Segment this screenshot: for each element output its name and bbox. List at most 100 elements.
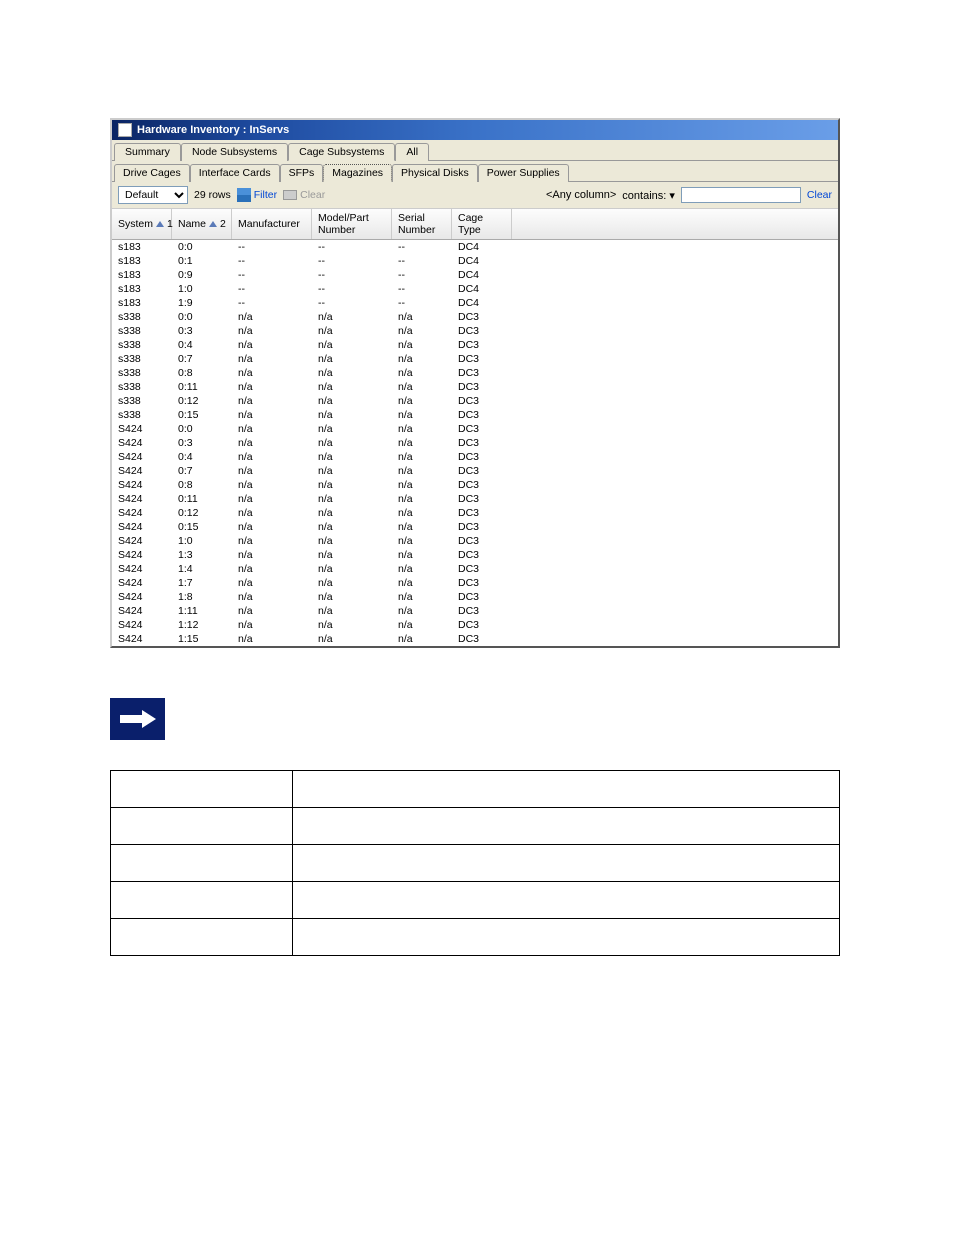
col-system[interactable]: System 1 — [112, 209, 172, 239]
col-serial[interactable]: Serial Number — [392, 209, 452, 239]
table-row[interactable]: s3380:0n/an/an/aDC3 — [112, 310, 838, 324]
cell: s338 — [112, 366, 172, 380]
cell: DC4 — [452, 282, 512, 296]
table-row[interactable]: s3380:7n/an/an/aDC3 — [112, 352, 838, 366]
cell: n/a — [312, 618, 392, 632]
cell: n/a — [392, 394, 452, 408]
tab-node-subsystems[interactable]: Node Subsystems — [181, 143, 288, 161]
cell: -- — [392, 296, 452, 310]
tab-summary[interactable]: Summary — [114, 143, 181, 161]
eraser-icon — [283, 190, 297, 200]
subtab-interface-cards[interactable]: Interface Cards — [190, 164, 280, 182]
table-row[interactable]: S4240:3n/an/an/aDC3 — [112, 436, 838, 450]
col-manufacturer[interactable]: Manufacturer — [232, 209, 312, 239]
table-row[interactable]: s1831:0------DC4 — [112, 282, 838, 296]
table-row[interactable]: S4241:0n/an/an/aDC3 — [112, 534, 838, 548]
cell: 0:9 — [172, 268, 232, 282]
cell: n/a — [232, 548, 312, 562]
table-row[interactable]: s1831:9------DC4 — [112, 296, 838, 310]
cell: n/a — [392, 506, 452, 520]
cell: n/a — [232, 576, 312, 590]
cell: n/a — [232, 338, 312, 352]
cell: S424 — [112, 590, 172, 604]
table-row[interactable]: s3380:11n/an/an/aDC3 — [112, 380, 838, 394]
filter-input[interactable] — [681, 187, 801, 203]
table-row[interactable]: S4241:8n/an/an/aDC3 — [112, 590, 838, 604]
cell: -- — [232, 254, 312, 268]
table-row[interactable]: S4240:8n/an/an/aDC3 — [112, 478, 838, 492]
table-row[interactable]: S4241:3n/an/an/aDC3 — [112, 548, 838, 562]
table-row[interactable]: s1830:1------DC4 — [112, 254, 838, 268]
grid-header: System 1 Name 2 Manufacturer Model/Part … — [112, 208, 838, 240]
table-row[interactable]: s3380:3n/an/an/aDC3 — [112, 324, 838, 338]
table-row[interactable]: S4240:15n/an/an/aDC3 — [112, 520, 838, 534]
cell: -- — [392, 240, 452, 254]
table-row[interactable]: s3380:12n/an/an/aDC3 — [112, 394, 838, 408]
chevron-down-icon: ▾ — [669, 190, 675, 202]
table-row[interactable]: S4240:11n/an/an/aDC3 — [112, 492, 838, 506]
cell: -- — [392, 268, 452, 282]
cell: -- — [232, 296, 312, 310]
cell: n/a — [232, 436, 312, 450]
table-row[interactable]: S4241:7n/an/an/aDC3 — [112, 576, 838, 590]
clear-link[interactable]: Clear — [807, 189, 832, 201]
tab-cage-subsystems[interactable]: Cage Subsystems — [288, 143, 395, 161]
subtab-drive-cages[interactable]: Drive Cages — [114, 164, 190, 182]
desc-row — [111, 808, 840, 845]
subtab-magazines[interactable]: Magazines — [323, 164, 392, 182]
cell: n/a — [232, 408, 312, 422]
cell: DC3 — [452, 618, 512, 632]
table-row[interactable]: S4241:11n/an/an/aDC3 — [112, 604, 838, 618]
table-row[interactable]: s1830:0------DC4 — [112, 240, 838, 254]
cell: n/a — [392, 534, 452, 548]
table-row[interactable]: s3380:8n/an/an/aDC3 — [112, 366, 838, 380]
col-model-part[interactable]: Model/Part Number — [312, 209, 392, 239]
table-row[interactable]: S4240:0n/an/an/aDC3 — [112, 422, 838, 436]
cell: n/a — [232, 632, 312, 646]
subtab-power-supplies[interactable]: Power Supplies — [478, 164, 569, 182]
cell: n/a — [392, 604, 452, 618]
table-row[interactable]: S4240:12n/an/an/aDC3 — [112, 506, 838, 520]
col-cage-type[interactable]: Cage Type — [452, 209, 512, 239]
cell: 0:4 — [172, 450, 232, 464]
desc-col — [111, 771, 293, 808]
toolbar: Default 29 rows Filter Clear <Any column… — [112, 182, 838, 208]
cell: 0:0 — [172, 310, 232, 324]
cell: n/a — [392, 338, 452, 352]
table-row[interactable]: S4240:7n/an/an/aDC3 — [112, 464, 838, 478]
cell: n/a — [392, 520, 452, 534]
cell: n/a — [392, 562, 452, 576]
table-row[interactable]: s1830:9------DC4 — [112, 268, 838, 282]
view-dropdown[interactable]: Default — [118, 186, 188, 204]
desc-row — [111, 919, 840, 956]
table-row[interactable]: s3380:15n/an/an/aDC3 — [112, 408, 838, 422]
note-arrow-icon — [110, 698, 165, 740]
cell: 0:0 — [172, 240, 232, 254]
cell: n/a — [312, 338, 392, 352]
table-row[interactable]: S4241:4n/an/an/aDC3 — [112, 562, 838, 576]
col-name[interactable]: Name 2 — [172, 209, 232, 239]
table-row[interactable]: S4241:12n/an/an/aDC3 — [112, 618, 838, 632]
cell: n/a — [312, 450, 392, 464]
table-row[interactable]: S4240:4n/an/an/aDC3 — [112, 450, 838, 464]
cell: n/a — [392, 324, 452, 338]
subtab-physical-disks[interactable]: Physical Disks — [392, 164, 478, 182]
filter-button[interactable]: Filter — [237, 188, 277, 202]
table-row[interactable]: S4241:15n/an/an/aDC3 — [112, 632, 838, 646]
cell: n/a — [392, 450, 452, 464]
clear-button[interactable]: Clear — [283, 189, 325, 201]
cell: S424 — [112, 478, 172, 492]
cell: S424 — [112, 632, 172, 646]
filter-op-label[interactable]: contains: ▾ — [622, 189, 675, 202]
cell: -- — [312, 282, 392, 296]
grid-body: s1830:0------DC4s1830:1------DC4s1830:9-… — [112, 240, 838, 646]
grid: System 1 Name 2 Manufacturer Model/Part … — [112, 208, 838, 646]
cell: DC3 — [452, 422, 512, 436]
cell: 1:11 — [172, 604, 232, 618]
cell: n/a — [312, 366, 392, 380]
table-row[interactable]: s3380:4n/an/an/aDC3 — [112, 338, 838, 352]
cell: 0:8 — [172, 366, 232, 380]
tab-all[interactable]: All — [395, 143, 429, 161]
subtab-sfps[interactable]: SFPs — [280, 164, 324, 182]
cell: n/a — [392, 576, 452, 590]
